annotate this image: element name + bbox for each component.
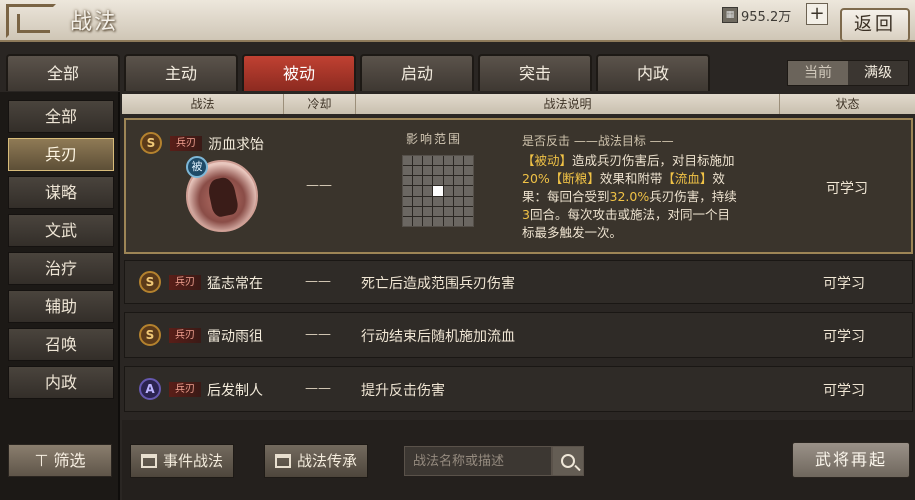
skill-name: 猛志常在 (207, 276, 263, 292)
cooldown-value: —— (305, 327, 331, 342)
category-tabs: 全部 主动 被动 启动 突击 内政 当前 满级 (0, 44, 915, 92)
filter-label: 筛选 (53, 451, 86, 470)
bottom-bar: 事件战法 战法传承 武将再起 (122, 420, 915, 500)
skill-description: 死亡后造成范围兵刃伤害 (361, 276, 515, 292)
tab-active[interactable]: 主动 (124, 54, 238, 91)
table-row-selected[interactable]: S 兵刃 沥血求饴 被 —— 影响范围 是否反击 ——战法目标 —— 【被动】造… (124, 118, 913, 254)
filter-icon: ⊤ (34, 451, 54, 470)
scroll-icon (275, 454, 291, 468)
grade-badge: A (139, 378, 161, 400)
page-title: 战法 (70, 10, 119, 35)
search-input[interactable] (404, 446, 552, 476)
sidebar-item-healing[interactable]: 治疗 (8, 252, 114, 285)
sidebar-item-summon[interactable]: 召唤 (8, 328, 114, 361)
range-label: 影响范围 (406, 132, 463, 146)
state-value: 可学习 (823, 329, 865, 345)
grade-badge: S (140, 132, 162, 154)
grade-badge: S (139, 271, 161, 293)
search-button[interactable] (552, 446, 584, 476)
tab-all[interactable]: 全部 (6, 54, 120, 91)
type-tag: 兵刃 (170, 136, 202, 151)
grade-badge: S (139, 324, 161, 346)
currency-display: ▦ 955.2万 (722, 4, 791, 26)
column-header-skill: 战法 (122, 94, 284, 114)
search-icon (561, 454, 575, 468)
table-header: 战法 冷却 战法说明 状态 (122, 94, 915, 114)
skill-name: 沥血求饴 (208, 137, 264, 153)
cooldown-value: —— (305, 274, 331, 289)
column-header-description: 战法说明 (356, 94, 780, 114)
type-tag: 兵刃 (169, 382, 201, 397)
pattern-logo-icon (6, 4, 56, 38)
table-row[interactable]: S 兵刃 雷动雨徂 —— 行动结束后随机施加流血 可学习 (124, 312, 913, 358)
detail-title: 是否反击 ——战法目标 —— (522, 134, 674, 148)
sidebar: 全部 兵刃 谋略 文武 治疗 辅助 召唤 内政 ⊤ 筛选 (0, 92, 120, 500)
table-row[interactable]: A 兵刃 后发制人 —— 提升反击伤害 可学习 (124, 366, 913, 412)
skill-inherit-label: 战法传承 (297, 452, 358, 470)
skill-description: 提升反击伤害 (361, 383, 445, 399)
filter-button[interactable]: ⊤ 筛选 (8, 444, 112, 477)
tab-trigger[interactable]: 启动 (360, 54, 474, 91)
tab-internal-affairs[interactable]: 内政 (596, 54, 710, 91)
state-value: 可学习 (826, 181, 868, 197)
state-value: 可学习 (823, 276, 865, 292)
sidebar-item-strategy[interactable]: 谋略 (8, 176, 114, 209)
sidebar-item-weapon[interactable]: 兵刃 (8, 138, 114, 171)
sidebar-item-support[interactable]: 辅助 (8, 290, 114, 323)
cooldown-value: —— (305, 381, 331, 396)
skill-description: 行动结束后随机施加流血 (361, 329, 515, 345)
sidebar-item-civil-military[interactable]: 文武 (8, 214, 114, 247)
sidebar-item-internal-affairs[interactable]: 内政 (8, 366, 114, 399)
event-skills-button[interactable]: 事件战法 (130, 444, 235, 478)
back-button[interactable]: 返回 (840, 8, 910, 42)
currency-value: 955.2万 (741, 9, 792, 25)
tab-assault[interactable]: 突击 (478, 54, 592, 91)
tab-passive[interactable]: 被动 (242, 54, 356, 91)
table-row[interactable]: S 兵刃 猛志常在 —— 死亡后造成范围兵刃伤害 可学习 (124, 260, 913, 304)
column-header-state: 状态 (835, 97, 860, 111)
rebirth-button[interactable]: 武将再起 (792, 442, 910, 478)
sidebar-item-all[interactable]: 全部 (8, 100, 114, 133)
copper-coin-icon: ▦ (722, 7, 738, 23)
skill-name: 雷动雨徂 (207, 329, 263, 345)
barcode-icon (141, 454, 157, 468)
event-skills-label: 事件战法 (163, 452, 224, 470)
cooldown-value: —— (306, 178, 332, 193)
level-toggle[interactable]: 当前 满级 (787, 60, 909, 86)
type-tag: 兵刃 (169, 328, 201, 343)
skill-name: 后发制人 (207, 383, 263, 399)
level-current-option[interactable]: 当前 (788, 61, 848, 85)
header-bar: 战法 ▦ 955.2万 + 返回 (0, 0, 915, 42)
range-grid (402, 155, 474, 227)
level-max-option[interactable]: 满级 (848, 61, 908, 85)
passive-badge: 被 (186, 156, 208, 178)
add-currency-button[interactable]: + (806, 3, 828, 25)
column-header-cooldown: 冷却 (284, 94, 356, 114)
skill-inherit-button[interactable]: 战法传承 (264, 444, 369, 478)
detail-text: 【被动】造成兵刃伤害后，对目标施加20%【断粮】效果和附带【流血】效果：每回合受… (522, 153, 737, 240)
type-tag: 兵刃 (169, 275, 201, 290)
range-center-cell (433, 186, 443, 196)
state-value: 可学习 (823, 383, 865, 399)
